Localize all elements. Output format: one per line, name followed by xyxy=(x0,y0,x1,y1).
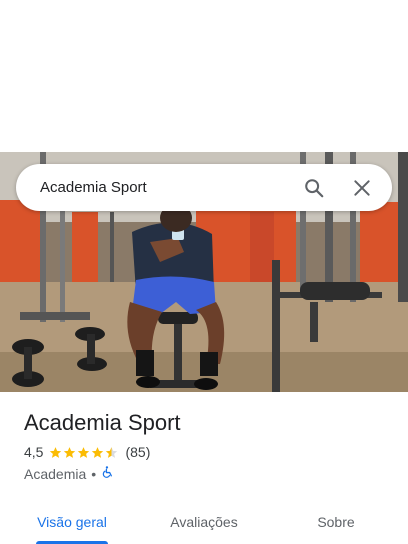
place-info-panel: Academia Sport 4,5 (85) Academia • Visão… xyxy=(0,392,408,544)
close-icon[interactable] xyxy=(346,172,378,204)
wheelchair-icon xyxy=(101,465,114,482)
tab-about[interactable]: Sobre xyxy=(264,500,408,544)
rating-row[interactable]: 4,5 (85) xyxy=(24,444,150,460)
place-tabs: Visão geral Avaliações Sobre xyxy=(0,500,408,544)
star-icon xyxy=(78,446,90,458)
tab-label: Visão geral xyxy=(37,514,107,530)
star-icon xyxy=(92,446,104,458)
star-icon xyxy=(64,446,76,458)
search-icon[interactable] xyxy=(298,172,330,204)
search-bar[interactable]: Academia Sport xyxy=(16,164,392,211)
category-row: Academia • xyxy=(24,465,114,482)
tab-label: Avaliações xyxy=(170,514,238,530)
place-title: Academia Sport xyxy=(24,410,181,435)
review-count[interactable]: (85) xyxy=(125,444,150,460)
rating-stars xyxy=(49,446,119,459)
place-category: Academia xyxy=(24,465,87,482)
map-area-blank xyxy=(0,0,408,152)
rating-value: 4,5 xyxy=(24,444,44,460)
search-input[interactable]: Academia Sport xyxy=(40,179,282,196)
tab-overview[interactable]: Visão geral xyxy=(0,500,144,544)
star-icon xyxy=(50,446,62,458)
separator-dot: • xyxy=(91,465,97,482)
tab-reviews[interactable]: Avaliações xyxy=(144,500,264,544)
tab-label: Sobre xyxy=(317,514,355,530)
star-half-icon xyxy=(106,446,118,458)
